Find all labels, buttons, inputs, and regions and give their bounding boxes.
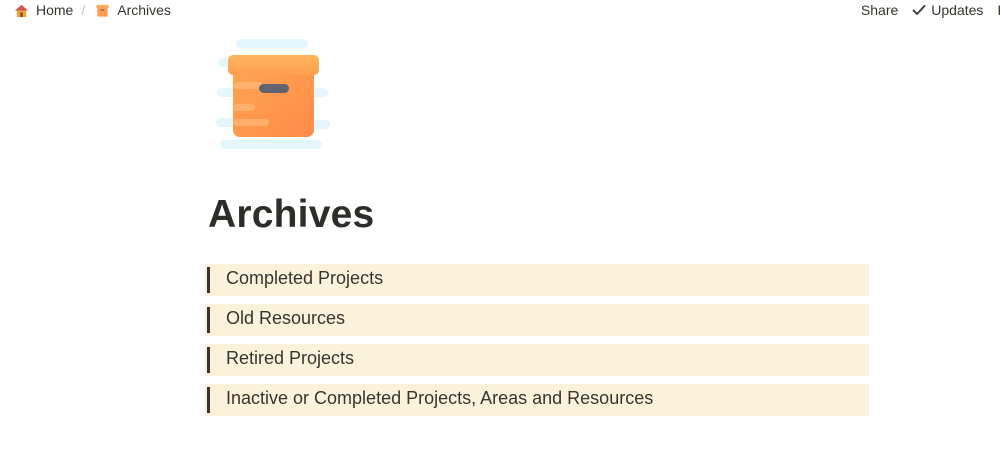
callout-bar bbox=[207, 347, 210, 373]
page-title: Archives bbox=[208, 193, 375, 236]
breadcrumb-item-archives[interactable]: Archives bbox=[95, 2, 171, 18]
archive-box-icon bbox=[96, 4, 109, 17]
share-button[interactable]: Share bbox=[861, 2, 898, 18]
callout-list: Completed Projects Old Resources Retired… bbox=[205, 264, 869, 424]
callout-text: Old Resources bbox=[226, 308, 346, 328]
breadcrumb-label-archives: Archives bbox=[117, 2, 171, 18]
callout-text: Inactive or Completed Projects, Areas an… bbox=[226, 388, 654, 408]
house-icon bbox=[14, 4, 29, 17]
header-actions: Share Updates F bbox=[847, 2, 1000, 18]
top-bar: Home / Archives Share Updates F bbox=[0, 0, 1000, 22]
checkmark-icon bbox=[912, 5, 926, 15]
breadcrumb-separator: / bbox=[81, 2, 86, 18]
updates-button[interactable]: Updates bbox=[912, 2, 983, 18]
callout-text: Retired Projects bbox=[226, 348, 355, 368]
callout-bar bbox=[207, 307, 210, 333]
callout-item[interactable]: Old Resources bbox=[205, 304, 869, 336]
breadcrumb: Home / Archives bbox=[14, 2, 171, 18]
breadcrumb-label-home: Home bbox=[36, 2, 74, 18]
callout-item[interactable]: Completed Projects bbox=[205, 264, 869, 296]
callout-item[interactable]: Inactive or Completed Projects, Areas an… bbox=[205, 384, 869, 416]
callout-text: Completed Projects bbox=[226, 268, 384, 288]
callout-item[interactable]: Retired Projects bbox=[205, 344, 869, 376]
share-label: Share bbox=[860, 2, 899, 18]
updates-label: Updates bbox=[931, 2, 984, 18]
breadcrumb-item-home[interactable]: Home bbox=[14, 2, 73, 18]
callout-bar bbox=[207, 267, 210, 293]
callout-bar bbox=[207, 387, 210, 413]
archive-box-icon[interactable] bbox=[214, 36, 334, 154]
